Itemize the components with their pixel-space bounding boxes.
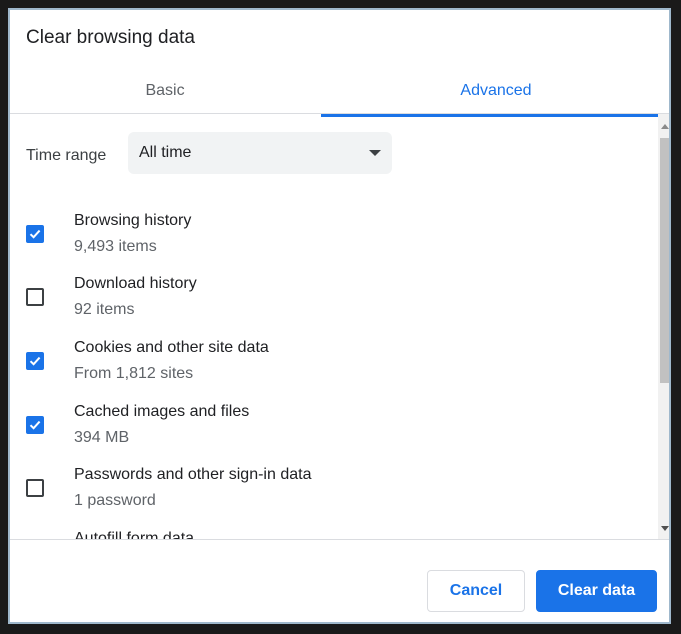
time-range-value: All time [139, 144, 192, 161]
option-label: Cached images and files [74, 403, 250, 420]
option-label: Passwords and other sign-in data [74, 466, 312, 483]
scroll-up-arrow-icon[interactable] [661, 124, 669, 129]
option-detail: 1 password [74, 492, 156, 509]
option-label: Download history [74, 275, 197, 292]
time-range-select[interactable]: All time [128, 132, 392, 174]
scroll-down-arrow-icon[interactable] [661, 526, 669, 531]
option-detail: 92 items [74, 301, 135, 318]
option-autofill: Autofill form data [10, 526, 650, 539]
option-cached-images: Cached images and files 394 MB [10, 399, 650, 459]
checkbox-browsing-history[interactable] [26, 225, 44, 243]
clear-browsing-data-dialog: Clear browsing data Basic Advanced Time … [8, 8, 671, 624]
checkbox-passwords[interactable] [26, 479, 44, 497]
checkmark-icon [29, 356, 41, 366]
checkbox-cookies[interactable] [26, 352, 44, 370]
clear-data-button[interactable]: Clear data [536, 570, 657, 612]
option-detail: 9,493 items [74, 238, 157, 255]
option-cookies: Cookies and other site data From 1,812 s… [10, 335, 650, 395]
option-passwords: Passwords and other sign-in data 1 passw… [10, 462, 650, 522]
checkmark-icon [29, 420, 41, 430]
option-label: Cookies and other site data [74, 339, 269, 356]
tab-bar: Basic Advanced [10, 66, 669, 118]
dropdown-arrow-icon [369, 150, 381, 156]
option-label: Browsing history [74, 212, 192, 229]
scrollbar-thumb[interactable] [660, 138, 669, 383]
time-range-label: Time range [26, 147, 107, 164]
tab-advanced[interactable]: Advanced [321, 66, 669, 116]
option-detail: 394 MB [74, 429, 130, 446]
option-download-history: Download history 92 items [10, 271, 650, 331]
options-panel: Time range All time Browsing history 9,4… [10, 114, 658, 539]
dialog-title: Clear browsing data [26, 27, 195, 48]
option-detail: From 1,812 sites [74, 365, 194, 382]
checkbox-download-history[interactable] [26, 288, 44, 306]
checkbox-cached-images[interactable] [26, 416, 44, 434]
option-label: Autofill form data [74, 530, 195, 539]
tab-basic[interactable]: Basic [10, 66, 320, 116]
checkmark-icon [29, 229, 41, 239]
vertical-scrollbar[interactable] [658, 114, 669, 539]
footer-divider [10, 539, 669, 540]
cancel-button[interactable]: Cancel [427, 570, 525, 612]
option-browsing-history: Browsing history 9,493 items [10, 208, 650, 268]
